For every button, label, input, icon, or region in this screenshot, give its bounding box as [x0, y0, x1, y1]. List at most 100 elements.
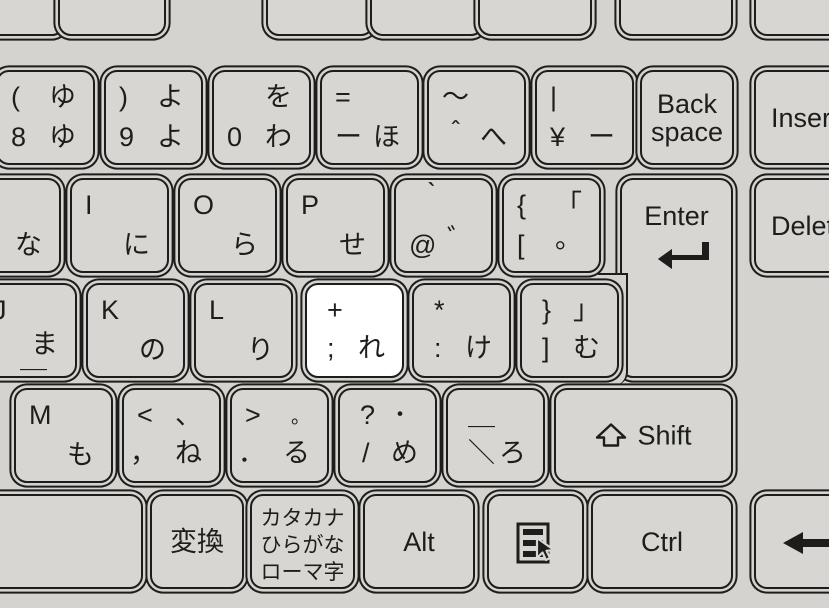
- key-ctrl-right[interactable]: Ctrl: [591, 494, 733, 589]
- key-comma-kana-legend: ね: [175, 438, 202, 468]
- key-right-shift-label: Shift: [637, 420, 692, 450]
- key-f12[interactable]: F12: [619, 0, 733, 36]
- key-slash[interactable]: ? ・ / め: [338, 388, 437, 483]
- key-f8[interactable]: F8: [58, 0, 166, 36]
- key-0-kana-legend: わ: [265, 122, 292, 152]
- key-enter[interactable]: Enter: [620, 178, 733, 378]
- key-minus-kana-legend: ほ: [373, 122, 400, 152]
- key-period-shift-legend: >: [245, 400, 261, 430]
- key-period-kana-shift-legend: 。: [290, 407, 310, 428]
- key-f11[interactable]: F11: [478, 0, 592, 36]
- key-0[interactable]: を 0 わ: [212, 70, 311, 165]
- key-j[interactable]: J ＿ ま: [0, 283, 77, 378]
- key-insert-label: Inser: [771, 102, 829, 133]
- key-p-kana-legend: せ: [339, 230, 366, 260]
- key-o-kana-legend: ら: [231, 230, 258, 260]
- shift-up-arrow-icon: [595, 423, 627, 449]
- key-o-letter-legend: O: [193, 190, 215, 220]
- key-backslash-ro[interactable]: ＿ ＼ ろ: [446, 388, 545, 483]
- key-f10[interactable]: F10: [370, 0, 484, 36]
- key-bracket-right-base-legend: ]: [542, 333, 550, 363]
- key-comma-base-legend: ，: [130, 438, 157, 468]
- key-l[interactable]: L り: [194, 283, 293, 378]
- key-slash-kana-legend: め: [391, 438, 418, 468]
- key-8-base-legend: 8: [11, 122, 27, 152]
- key-katakana-hiragana-romaji[interactable]: カタカナ ひらがな ローマ字: [250, 494, 355, 589]
- key-k-letter-legend: K: [101, 295, 120, 325]
- key-enter-label: Enter: [644, 201, 709, 231]
- key-yen-shift-legend: |: [550, 82, 558, 112]
- key-backspace[interactable]: Back space: [640, 70, 734, 165]
- key-8-shift-legend: (: [11, 82, 20, 112]
- key-ctrl-right-label: Ctrl: [641, 526, 683, 557]
- key-henkan[interactable]: 変換: [150, 494, 244, 589]
- key-9-kana-shift-legend: よ: [157, 82, 184, 112]
- key-9-shift-legend: ): [119, 82, 128, 112]
- key-j-kana-legend: ま: [31, 329, 58, 359]
- arrow-left-icon: [756, 530, 829, 556]
- key-m[interactable]: M も: [14, 388, 113, 483]
- key-l-kana-legend: り: [247, 335, 274, 365]
- key-caret-base-legend: ＾: [442, 122, 469, 152]
- key-yen-pipe[interactable]: | ¥ ー: [535, 70, 634, 165]
- key-minus-shift-legend: =: [335, 82, 351, 112]
- key-at-grave[interactable]: ｀ @ ゛: [394, 178, 493, 273]
- key-i[interactable]: I に: [70, 178, 169, 273]
- key-i-kana-legend: に: [123, 230, 150, 260]
- key-j-letter-legend: J: [0, 297, 7, 324]
- key-o[interactable]: O ら: [178, 178, 277, 273]
- key-at-kana-legend: ゛: [447, 224, 474, 254]
- key-bracket-left-base-legend: [: [517, 230, 525, 260]
- key-comma[interactable]: < 、 ， ね: [122, 388, 221, 483]
- key-alt-right[interactable]: Alt: [363, 494, 475, 589]
- key-9[interactable]: ) よ 9 よ: [104, 70, 203, 165]
- key-comma-shift-legend: <: [137, 400, 153, 430]
- key-u[interactable]: U な: [0, 178, 61, 273]
- key-bracket-left-shift-legend: {: [517, 190, 527, 220]
- key-print-screen[interactable]: Print Scree: [754, 0, 829, 36]
- key-bracket-left[interactable]: { 「 [ 。: [502, 178, 601, 273]
- key-semicolon-plus-re[interactable]: + ; れ: [305, 283, 404, 378]
- key-semicolon-shift-legend: +: [327, 295, 343, 325]
- key-slash-kana-shift-legend: ・: [388, 402, 411, 427]
- key-delete-label: Delet: [771, 210, 829, 241]
- key-k[interactable]: K の: [86, 283, 185, 378]
- key-m-letter-legend: M: [29, 400, 52, 430]
- key-space[interactable]: [0, 494, 143, 589]
- key-9-kana-legend: よ: [157, 122, 184, 152]
- key-insert[interactable]: Inser: [754, 70, 829, 165]
- enter-return-arrow-icon: [622, 242, 731, 276]
- key-period[interactable]: > 。 ． る: [230, 388, 329, 483]
- key-backspace-label: Back space: [650, 88, 724, 147]
- key-l-letter-legend: L: [209, 295, 225, 325]
- key-8-kana-legend: ゆ: [49, 122, 76, 152]
- key-at-base-legend: @: [409, 230, 437, 260]
- key-bracket-right-kana-legend: む: [573, 333, 600, 363]
- key-p[interactable]: P せ: [286, 178, 385, 273]
- key-bracket-right[interactable]: } 」 ] む: [520, 283, 619, 378]
- key-caret-tilde[interactable]: ～ ＾ へ: [427, 70, 526, 165]
- key-i-letter-legend: I: [85, 190, 93, 220]
- key-right-shift[interactable]: Shift: [554, 388, 733, 483]
- key-delete[interactable]: Delet: [754, 178, 829, 273]
- key-period-base-legend: ．: [238, 438, 265, 468]
- key-caret-shift-legend: ～: [442, 82, 469, 112]
- key-f9[interactable]: F9: [266, 0, 374, 36]
- key-context-menu[interactable]: [487, 494, 584, 589]
- key-f7[interactable]: F7: [0, 0, 65, 36]
- key-m-kana-legend: も: [67, 440, 94, 470]
- key-semicolon-kana-legend: れ: [358, 333, 385, 363]
- key-8[interactable]: ( ゆ 8 ゆ: [0, 70, 95, 165]
- key-henkan-label: 変換: [170, 526, 224, 557]
- key-arrow-left[interactable]: [754, 494, 829, 589]
- key-minus-equals[interactable]: = ー ほ: [320, 70, 419, 165]
- key-8-kana-shift-legend: ゆ: [49, 82, 76, 112]
- key-u-kana-legend: な: [15, 230, 42, 260]
- key-minus-base-legend: ー: [335, 122, 362, 152]
- key-p-letter-legend: P: [301, 190, 320, 220]
- key-9-base-legend: 9: [119, 122, 135, 152]
- key-0-base-legend: 0: [227, 122, 243, 152]
- key-colon-asterisk-ke[interactable]: * : け: [412, 283, 511, 378]
- key-k-kana-legend: の: [139, 335, 166, 365]
- key-bracket-left-kana-shift-legend: 「: [555, 190, 582, 220]
